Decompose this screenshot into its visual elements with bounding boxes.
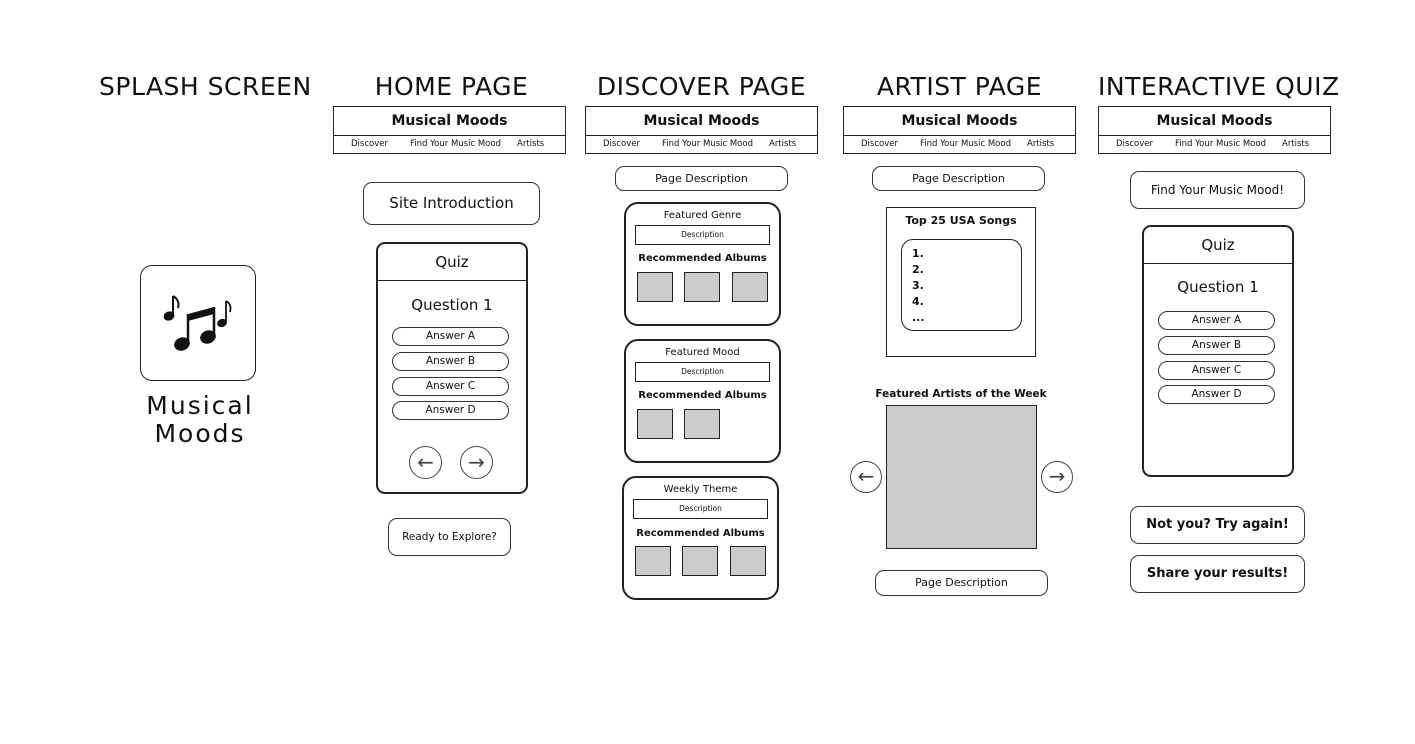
header-app-name: Musical Moods	[1099, 107, 1330, 136]
header-app-name: Musical Moods	[844, 107, 1075, 136]
nav-discover[interactable]: Discover	[603, 139, 640, 149]
share-results-button[interactable]: Share your results!	[1130, 555, 1305, 593]
interactive-quiz-title: INTERACTIVE QUIZ	[1098, 72, 1340, 101]
nav-discover[interactable]: Discover	[1116, 139, 1153, 149]
song-item[interactable]: 3.	[912, 278, 925, 294]
find-your-music-mood-heading: Find Your Music Mood!	[1130, 171, 1305, 209]
nav-artists[interactable]: Artists	[769, 139, 796, 149]
header-nav: Discover Find Your Music Mood Artists	[1099, 135, 1330, 154]
album-cover[interactable]	[637, 272, 673, 302]
artist-header: Musical Moods Discover Find Your Music M…	[843, 106, 1076, 154]
nav-find-your-music-mood[interactable]: Find Your Music Mood	[920, 139, 1011, 149]
header-nav: Discover Find Your Music Mood Artists	[844, 135, 1075, 154]
nav-find-your-music-mood[interactable]: Find Your Music Mood	[662, 139, 753, 149]
discover-header: Musical Moods Discover Find Your Music M…	[585, 106, 818, 154]
album-cover[interactable]	[730, 546, 766, 576]
nav-discover[interactable]: Discover	[861, 139, 898, 149]
recommended-albums-label: Recommended Albums	[638, 390, 767, 401]
album-cover[interactable]	[732, 272, 768, 302]
card-description: Description	[635, 225, 770, 245]
card-description: Description	[633, 499, 768, 519]
answer-c-button[interactable]: Answer C	[392, 377, 509, 396]
ready-to-explore-button[interactable]: Ready to Explore?	[388, 518, 511, 556]
prev-arrow-icon[interactable]: ←	[409, 446, 442, 479]
featured-mood-card: Featured Mood Description Recommended Al…	[624, 339, 781, 463]
recommended-albums-label: Recommended Albums	[638, 253, 767, 264]
nav-find-your-music-mood[interactable]: Find Your Music Mood	[410, 139, 501, 149]
answer-b-button[interactable]: Answer B	[1158, 336, 1275, 355]
music-notes-icon	[163, 295, 232, 351]
answer-a-button[interactable]: Answer A	[392, 327, 509, 346]
quiz-header: Musical Moods Discover Find Your Music M…	[1098, 106, 1331, 154]
artist-page-title: ARTIST PAGE	[876, 72, 1043, 101]
home-header: Musical Moods Discover Find Your Music M…	[333, 106, 566, 154]
interactive-quiz-widget: Quiz Question 1 Answer A Answer B Answer…	[1142, 225, 1294, 477]
card-title: Weekly Theme	[663, 484, 738, 495]
splash-app-name: Musical Moods	[146, 391, 254, 448]
answer-a-button[interactable]: Answer A	[1158, 311, 1275, 330]
discover-page-description: Page Description	[615, 166, 788, 191]
album-cover[interactable]	[682, 546, 718, 576]
card-description: Description	[635, 362, 770, 382]
quiz-title: Quiz	[1144, 227, 1292, 264]
artist-page-description-bottom: Page Description	[875, 570, 1048, 596]
answer-c-button[interactable]: Answer C	[1158, 361, 1275, 380]
featured-artists-title: Featured Artists of the Week	[875, 388, 1047, 400]
card-title: Featured Mood	[665, 347, 740, 358]
album-cover[interactable]	[635, 546, 671, 576]
album-cover[interactable]	[684, 409, 720, 439]
top-songs-title: Top 25 USA Songs	[905, 214, 1017, 227]
song-item[interactable]: 4.	[912, 294, 925, 310]
song-item[interactable]: 2.	[912, 262, 925, 278]
artist-prev-arrow-icon[interactable]: ←	[850, 461, 882, 493]
splash-screen-title: SPLASH SCREEN	[99, 72, 312, 101]
song-item[interactable]: ...	[912, 310, 925, 326]
featured-genre-card: Featured Genre Description Recommended A…	[624, 202, 781, 326]
header-nav: Discover Find Your Music Mood Artists	[586, 135, 817, 154]
quiz-question: Question 1	[411, 296, 493, 314]
header-app-name: Musical Moods	[586, 107, 817, 136]
discover-page-title: DISCOVER PAGE	[596, 72, 807, 101]
header-nav: Discover Find Your Music Mood Artists	[334, 135, 565, 154]
artist-page-description: Page Description	[872, 166, 1045, 191]
app-logo	[140, 265, 256, 381]
header-app-name: Musical Moods	[334, 107, 565, 136]
nav-artists[interactable]: Artists	[1282, 139, 1309, 149]
top-songs-panel: Top 25 USA Songs 1. 2. 3. 4. ...	[886, 207, 1036, 357]
try-again-button[interactable]: Not you? Try again!	[1130, 506, 1305, 544]
album-cover[interactable]	[684, 272, 720, 302]
card-title: Featured Genre	[663, 210, 742, 221]
recommended-albums-label: Recommended Albums	[636, 528, 765, 539]
weekly-theme-card: Weekly Theme Description Recommended Alb…	[622, 476, 779, 600]
home-quiz-widget: Quiz Question 1 Answer A Answer B Answer…	[376, 242, 528, 494]
site-introduction: Site Introduction	[363, 182, 540, 225]
album-cover[interactable]	[637, 409, 673, 439]
quiz-title: Quiz	[378, 244, 526, 281]
answer-d-button[interactable]: Answer D	[392, 401, 509, 420]
nav-artists[interactable]: Artists	[1027, 139, 1054, 149]
nav-find-your-music-mood[interactable]: Find Your Music Mood	[1175, 139, 1266, 149]
song-item[interactable]: 1.	[912, 246, 925, 262]
answer-b-button[interactable]: Answer B	[392, 352, 509, 371]
nav-discover[interactable]: Discover	[351, 139, 388, 149]
artist-next-arrow-icon[interactable]: →	[1041, 461, 1073, 493]
featured-artist-image[interactable]	[886, 405, 1037, 549]
quiz-question: Question 1	[1177, 278, 1259, 296]
answer-d-button[interactable]: Answer D	[1158, 385, 1275, 404]
top-songs-list: 1. 2. 3. 4. ...	[901, 239, 1022, 331]
nav-artists[interactable]: Artists	[517, 139, 544, 149]
home-page-title: HOME PAGE	[374, 72, 529, 101]
next-arrow-icon[interactable]: →	[460, 446, 493, 479]
